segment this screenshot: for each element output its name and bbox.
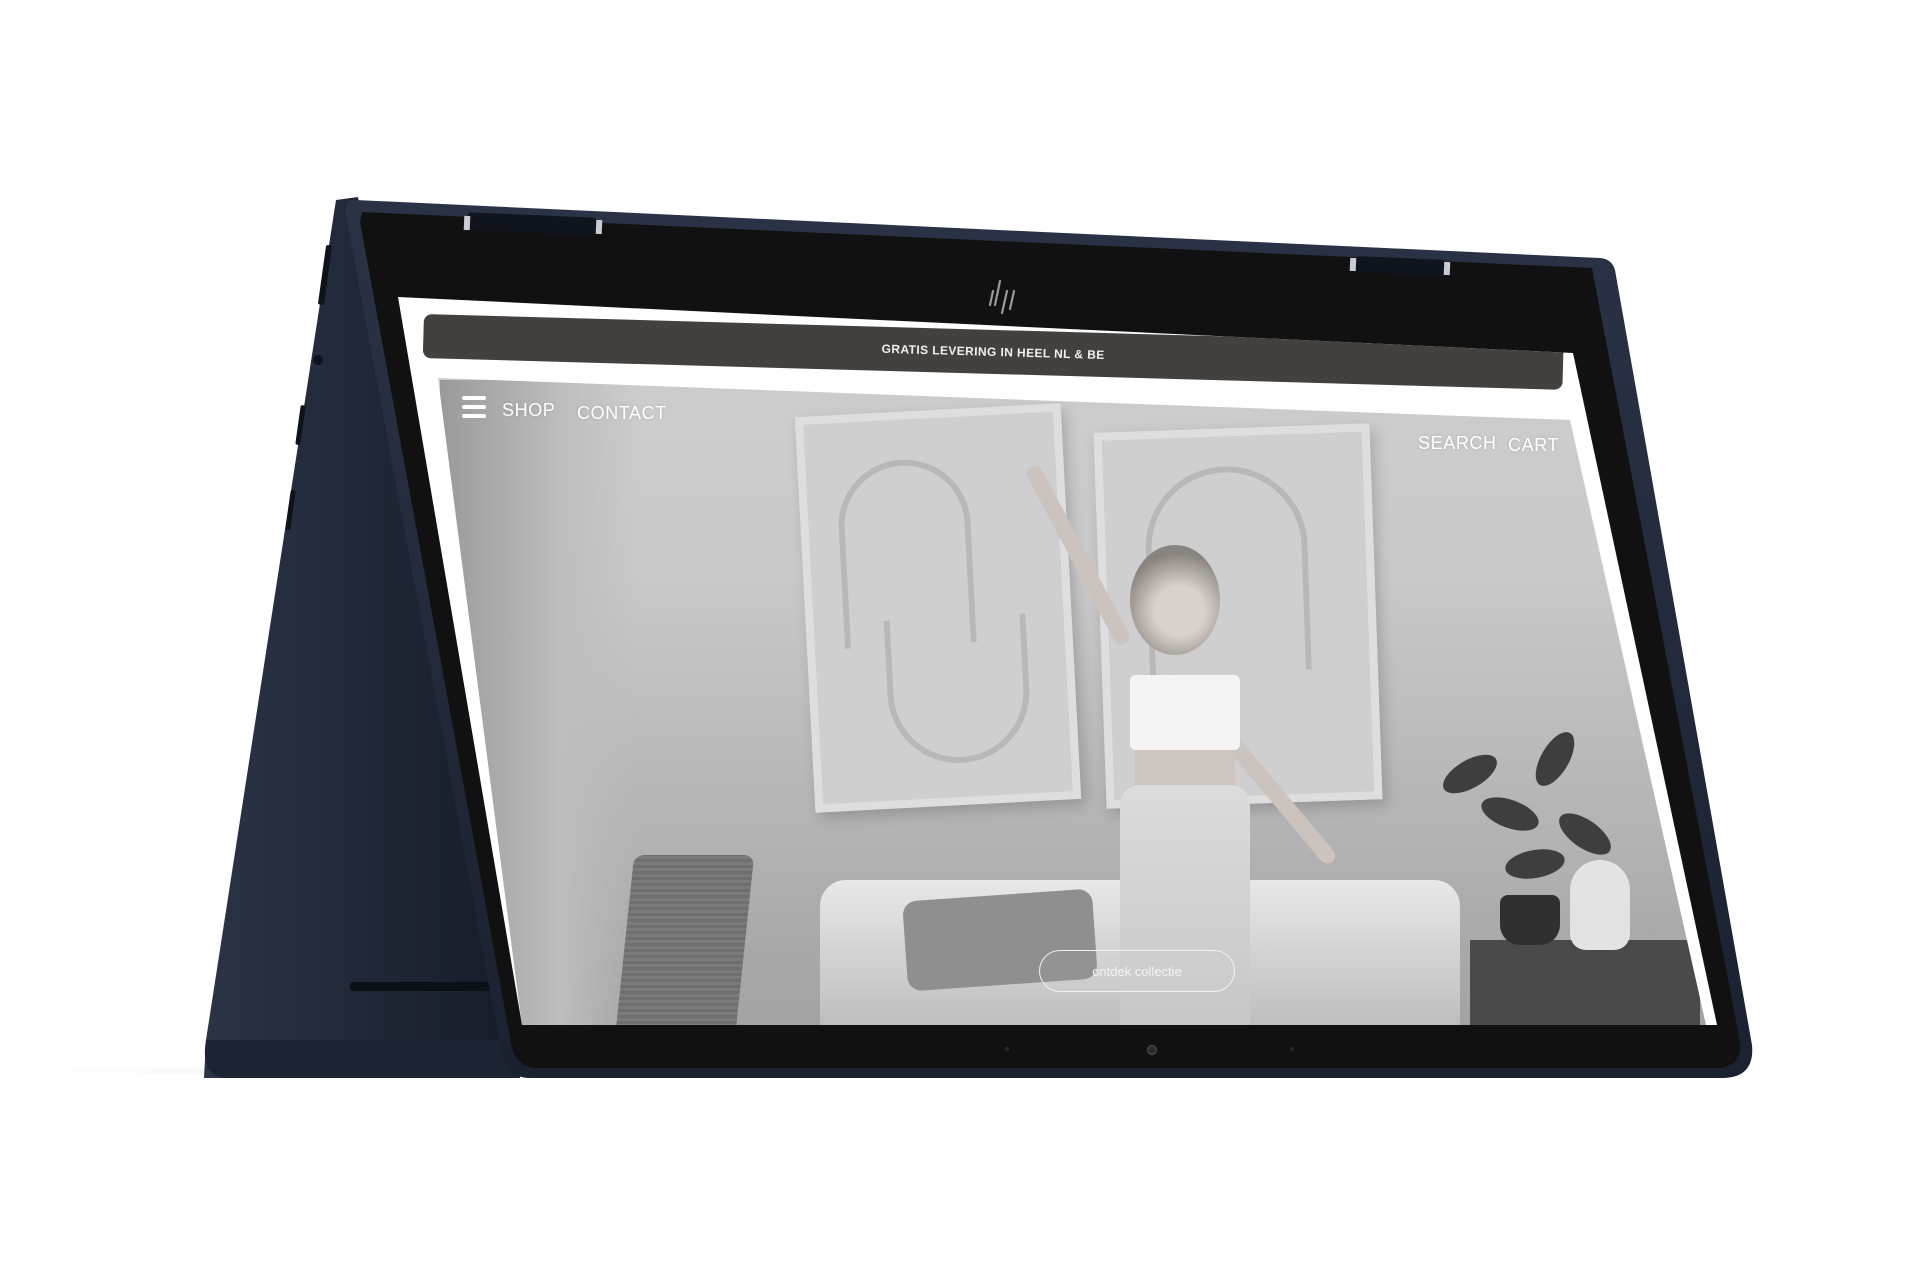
hero-vase xyxy=(1570,860,1630,950)
webcam-icon xyxy=(1147,1045,1157,1055)
nav-link-shop[interactable]: SHOP xyxy=(502,400,555,421)
base-vent xyxy=(350,982,490,991)
hero-plant-pot xyxy=(1500,895,1560,945)
nav-link-cart[interactable]: CART xyxy=(1508,435,1559,456)
hamburger-menu-icon[interactable] xyxy=(462,396,486,422)
promo-text: GRATIS LEVERING IN HEEL NL & BE xyxy=(881,341,1105,363)
audio-jack xyxy=(313,355,323,365)
discover-collection-label: ontdek collectie xyxy=(1092,963,1182,979)
hero-chair xyxy=(615,855,755,1025)
ir-sensor xyxy=(1290,1047,1294,1051)
nav-link-contact[interactable]: CONTACT xyxy=(577,403,667,424)
laptop-mockup-scene: GRATIS LEVERING IN HEEL NL & BE SHOP CON… xyxy=(0,0,1920,1280)
hero-artwork-left xyxy=(794,403,1082,813)
nav-link-search[interactable]: SEARCH xyxy=(1418,433,1497,454)
hp-logo-icon xyxy=(988,279,1016,315)
discover-collection-button[interactable]: ontdek collectie xyxy=(1039,950,1235,992)
ambient-sensor xyxy=(1005,1047,1009,1051)
hero-side-table xyxy=(1470,940,1700,1025)
